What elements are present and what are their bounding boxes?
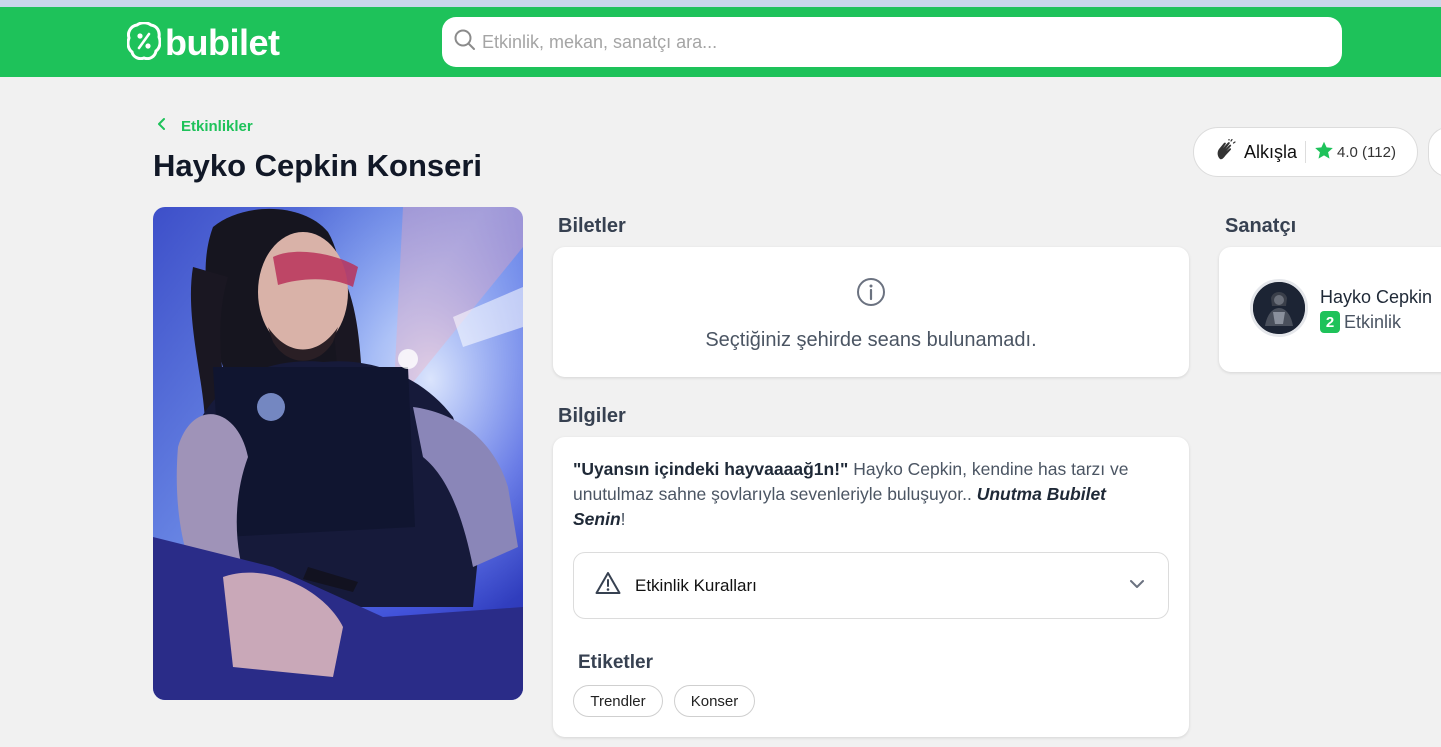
rating-text: 4.0 (112) xyxy=(1337,143,1396,161)
rules-label: Etkinlik Kuralları xyxy=(635,575,757,595)
rating: 4.0 (112) xyxy=(1314,141,1396,164)
tags-title: Etiketler xyxy=(578,652,653,673)
description-end: ! xyxy=(620,509,626,529)
site-logo[interactable]: bubilet xyxy=(126,20,280,65)
tag-trendler[interactable]: Trendler xyxy=(573,685,663,717)
no-session-message: Seçtiğiniz şehirde seans bulunamadı. xyxy=(705,329,1037,351)
divider xyxy=(1305,141,1307,163)
search-icon xyxy=(454,29,476,56)
event-count-label: Etkinlik xyxy=(1344,311,1402,332)
site-header: bubilet xyxy=(0,7,1441,77)
clap-label: Alkışla xyxy=(1244,141,1298,162)
artist-section-title: Sanatçı xyxy=(1225,215,1297,237)
search-input[interactable] xyxy=(482,31,1302,53)
event-description: "Uyansın içindeki hayvaaaağ1n!" Hayko Ce… xyxy=(573,457,1153,532)
browser-top-strip xyxy=(0,0,1441,7)
star-icon xyxy=(1314,141,1334,164)
page-title: Hayko Cepkin Konseri xyxy=(153,148,483,183)
chevron-left-icon xyxy=(157,117,167,135)
info-icon xyxy=(856,277,886,312)
chevron-down-icon xyxy=(1128,575,1146,598)
event-rules-accordion[interactable]: Etkinlik Kuralları xyxy=(573,552,1169,619)
search-bar[interactable] xyxy=(442,17,1342,67)
tag-konser[interactable]: Konser xyxy=(674,685,755,717)
avatar xyxy=(1250,279,1308,337)
tickets-card: Seçtiğiniz şehirde seans bulunamadı. xyxy=(553,247,1189,377)
clap-icon xyxy=(1214,137,1236,166)
event-poster-image xyxy=(153,207,523,700)
info-card: "Uyansın içindeki hayvaaaağ1n!" Hayko Ce… xyxy=(553,437,1189,737)
logo-text: bubilet xyxy=(165,22,280,63)
artist-event-count: 2 Etkinlik xyxy=(1320,311,1401,333)
artist-card[interactable]: Hayko Cepkin 2 Etkinlik xyxy=(1219,247,1441,372)
artist-name: Hayko Cepkin xyxy=(1320,287,1433,307)
info-section-title: Bilgiler xyxy=(558,405,626,427)
breadcrumb-back-link[interactable]: Etkinlikler xyxy=(157,117,253,135)
description-quote: Uyansın içindeki hayvaaaağ1n!" xyxy=(581,459,849,479)
event-count-badge: 2 xyxy=(1320,311,1340,333)
breadcrumb-label: Etkinlikler xyxy=(181,117,253,135)
clap-rating-box: Alkışla 4.0 (112) xyxy=(1193,127,1418,177)
tickets-section-title: Biletler xyxy=(558,215,626,237)
share-button[interactable] xyxy=(1428,127,1441,177)
warning-icon xyxy=(595,571,621,600)
ticket-logo-icon xyxy=(126,20,162,65)
clap-button[interactable]: Alkışla xyxy=(1214,137,1298,166)
